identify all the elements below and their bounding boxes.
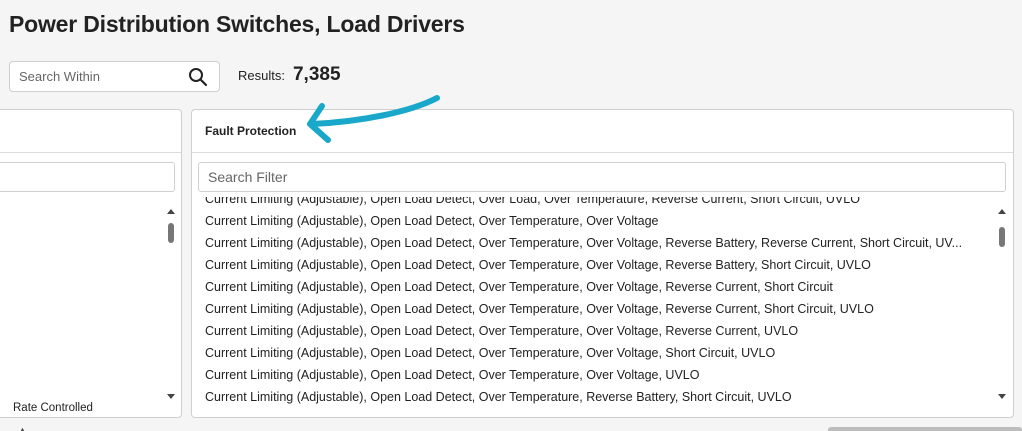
- left-panel-search-filter[interactable]: [0, 162, 175, 192]
- results-summary: Results: 7,385: [238, 64, 341, 86]
- list-item[interactable]: Current Limiting (Adjustable), Open Load…: [205, 324, 977, 338]
- fault-scrollbar-thumb[interactable]: [999, 227, 1005, 247]
- list-item[interactable]: Current Limiting (Adjustable), Open Load…: [205, 258, 977, 272]
- search-within-input[interactable]: [10, 62, 180, 91]
- list-item[interactable]: Current Limiting (Adjustable), Open Load…: [205, 302, 977, 316]
- fault-protection-search-filter[interactable]: [198, 162, 1006, 192]
- page-horizontal-scrollbar[interactable]: [828, 427, 1022, 431]
- fault-protection-list: Current Limiting (Adjustable), Open Load…: [192, 197, 1013, 407]
- left-scroll-down-icon[interactable]: [167, 394, 175, 399]
- page: Power Distribution Switches, Load Driver…: [0, 0, 1022, 431]
- left-scrollbar-thumb[interactable]: [168, 223, 174, 243]
- fault-protection-header: Fault Protection: [192, 110, 1013, 153]
- left-scroll-up-icon[interactable]: [167, 209, 175, 214]
- left-panel-header: [0, 110, 181, 153]
- list-item[interactable]: Current Limiting (Adjustable), Open Load…: [205, 346, 977, 360]
- list-item[interactable]: Current Limiting (Adjustable), Open Load…: [205, 368, 977, 382]
- list-item[interactable]: Current Limiting (Adjustable), Open Load…: [205, 280, 977, 294]
- bottom-scroll-left-icon[interactable]: ▲: [18, 425, 27, 431]
- list-item[interactable]: Current Limiting (Adjustable), Open Load…: [205, 197, 977, 206]
- left-filter-panel: Rate Controlled: [0, 109, 182, 418]
- left-list-item[interactable]: Rate Controlled: [13, 402, 93, 414]
- fault-scroll-up-icon[interactable]: [998, 209, 1006, 214]
- search-within-box: [9, 61, 220, 92]
- list-item[interactable]: Current Limiting (Adjustable), Open Load…: [205, 214, 977, 228]
- list-item[interactable]: Current Limiting (Adjustable), Open Load…: [205, 236, 977, 250]
- page-title: Power Distribution Switches, Load Driver…: [9, 11, 465, 37]
- results-label: Results:: [238, 68, 285, 83]
- fault-protection-panel: Fault Protection Current Limiting (Adjus…: [191, 109, 1014, 418]
- fault-scroll-down-icon[interactable]: [998, 394, 1006, 399]
- list-item[interactable]: Current Limiting (Adjustable), Open Load…: [205, 390, 977, 404]
- search-icon[interactable]: [188, 67, 208, 87]
- results-count: 7,385: [292, 64, 341, 85]
